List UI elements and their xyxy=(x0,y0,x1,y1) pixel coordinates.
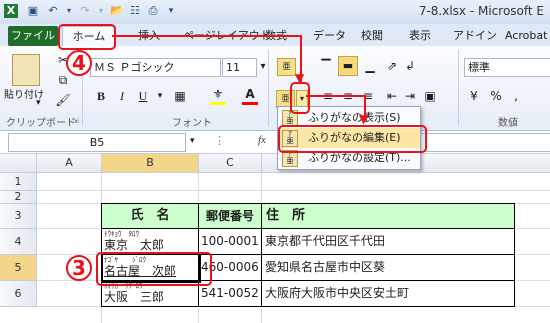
font-size-box[interactable]: 11 xyxy=(222,58,257,77)
step-4-label: 4 xyxy=(66,50,92,76)
name-box[interactable]: B5 xyxy=(8,133,186,152)
font-color-swatch xyxy=(242,102,258,105)
header-address[interactable]: 住 所 xyxy=(266,204,305,228)
paste-dropdown-icon[interactable]: ▾ xyxy=(36,98,41,108)
increase-indent-icon[interactable]: ⇥ xyxy=(402,88,418,104)
number-group-label: 数値 xyxy=(498,118,518,129)
orientation-icon[interactable]: ⇗ xyxy=(384,58,400,74)
header-name[interactable]: 氏 名 xyxy=(102,204,198,228)
save-icon[interactable]: ▣ xyxy=(26,4,40,18)
number-format-box[interactable]: 標準 xyxy=(464,58,550,77)
name-box-dropdown-icon[interactable]: ▾ xyxy=(190,136,195,146)
title-bar: X ▣ ↶ ▾ ↷ ▾ 📂 ☷ ⎙ ▾ 7-8.xlsx - Microsoft… xyxy=(0,0,550,25)
clipboard-group-label: クリップボード xyxy=(6,118,76,129)
underline-dropdown-icon[interactable]: ▾ xyxy=(152,88,168,104)
header-zip[interactable]: 郵便番号 xyxy=(199,204,261,228)
undo-icon[interactable]: ↶ xyxy=(46,4,60,18)
tab-review[interactable]: 校閲 xyxy=(361,27,383,45)
open-icon[interactable]: 📂 xyxy=(110,4,124,18)
paste-icon[interactable] xyxy=(12,54,40,86)
align-middle-icon[interactable]: ▬ xyxy=(338,56,358,76)
wrap-text-icon[interactable]: ↲ xyxy=(402,58,418,74)
annotation-cell-box xyxy=(96,252,212,286)
customize-icon[interactable]: ▾ xyxy=(164,4,178,18)
align-top-icon[interactable]: ▔ xyxy=(318,58,334,74)
column-header-b[interactable]: B xyxy=(102,154,199,173)
phonetic-top-icon[interactable]: 亜 xyxy=(277,58,296,76)
zip-cell-1[interactable]: 100-0001 xyxy=(201,229,259,253)
excel-icon[interactable]: X xyxy=(4,4,18,18)
annotation-line-3 xyxy=(306,95,366,97)
formula-bar: B5 ▾ ⋮ fx 名古屋 xyxy=(0,131,550,154)
tab-addins[interactable]: アドイン xyxy=(453,27,497,45)
row-header-1[interactable]: 1 xyxy=(0,173,37,191)
row-header-2[interactable]: 2 xyxy=(0,191,37,204)
print-preview-icon[interactable]: ☷ xyxy=(128,4,142,18)
merge-cells-icon[interactable]: ▣ xyxy=(422,88,438,104)
italic-button[interactable]: I xyxy=(114,88,130,104)
font-color-icon[interactable]: A xyxy=(242,86,258,102)
redo-icon[interactable]: ↷ xyxy=(78,4,92,18)
tab-view[interactable]: 表示 xyxy=(409,27,431,45)
clipboard-launcher-icon[interactable]: ⇲ xyxy=(72,116,79,125)
annotation-home-box xyxy=(58,24,116,50)
copy-icon[interactable]: ⧉ xyxy=(55,72,71,88)
annotation-menu-box xyxy=(278,125,427,153)
column-header-c[interactable]: C xyxy=(199,154,262,173)
row-header-6[interactable]: 6 xyxy=(0,281,37,307)
underline-button[interactable]: U xyxy=(135,88,151,104)
format-painter-icon[interactable]: 🖌 xyxy=(55,92,71,108)
percent-icon[interactable]: % xyxy=(488,88,504,104)
redo-dropdown-icon[interactable]: ▾ xyxy=(94,4,108,18)
insert-function-icon[interactable]: fx xyxy=(258,134,266,146)
tab-acrobat[interactable]: Acrobat xyxy=(505,27,547,45)
formula-bar-resize-icon: ⋮ xyxy=(214,134,225,147)
align-bottom-icon[interactable]: ▁ xyxy=(362,58,378,74)
tab-file[interactable]: ファイル xyxy=(8,26,58,46)
select-all-corner[interactable] xyxy=(0,154,37,173)
row-header-5[interactable]: 5 xyxy=(0,255,37,281)
print-icon[interactable]: ⎙ xyxy=(146,4,160,18)
borders-icon[interactable]: ▦ xyxy=(172,88,188,104)
address-cell-2[interactable]: 愛知県名古屋市中区葵 xyxy=(265,255,385,279)
annotation-dropdown-box xyxy=(290,82,310,114)
bold-button[interactable]: B xyxy=(93,88,109,104)
row-header-3[interactable]: 3 xyxy=(0,204,37,229)
annotation-line-1 xyxy=(112,35,302,37)
step-3-label: 3 xyxy=(66,255,92,281)
address-cell-3[interactable]: 大阪府大阪市中央区安土町 xyxy=(265,281,409,305)
comma-icon[interactable]: , xyxy=(508,88,524,104)
fill-color-swatch xyxy=(210,102,226,105)
arrow-down-icon: ▼ xyxy=(295,71,305,85)
undo-dropdown-icon[interactable]: ▾ xyxy=(62,4,76,18)
font-group-label: フォント xyxy=(172,118,212,129)
row-header-4[interactable]: 4 xyxy=(0,229,37,255)
currency-icon[interactable]: ¥ xyxy=(466,88,482,104)
window-title: 7-8.xlsx - Microsoft E xyxy=(418,4,544,18)
address-cell-1[interactable]: 東京都千代田区千代田 xyxy=(265,229,385,253)
font-name-box[interactable]: ＭＳ Ｐゴシック xyxy=(90,58,221,77)
decrease-indent-icon[interactable]: ⇤ xyxy=(384,88,400,104)
column-header-a[interactable]: A xyxy=(37,154,102,173)
fill-color-icon[interactable]: ⚜ xyxy=(210,86,226,102)
arrow-down-icon-2: ▼ xyxy=(359,112,369,126)
tab-data[interactable]: データ xyxy=(313,27,346,45)
